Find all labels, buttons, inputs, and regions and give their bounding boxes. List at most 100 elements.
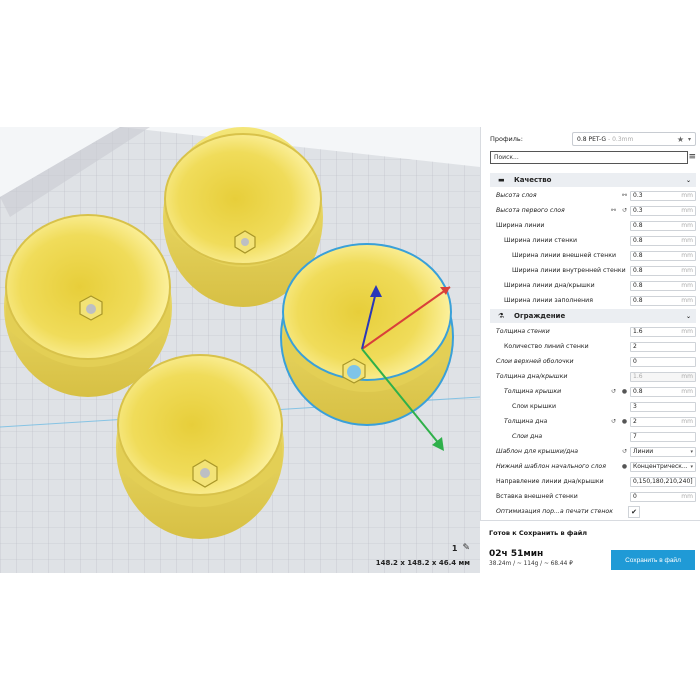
profile-label: Профиль: [490, 135, 523, 143]
category-shell-title: Ограждение [514, 312, 566, 320]
setting-row: Ширина линии дна/крышки 0.8 mm [490, 278, 696, 293]
setting-row: Оптимизация пор...а печати стенок ✔ [490, 504, 696, 519]
link-icon[interactable]: ⚯ [619, 192, 630, 199]
setting-input[interactable]: 0 mm [630, 491, 696, 502]
chevron-down-icon: ⌄ [685, 176, 691, 184]
setting-input[interactable]: 7 [630, 431, 696, 442]
bowl-model[interactable] [4, 214, 172, 397]
setting-select[interactable]: Линии ▾ [630, 446, 696, 457]
setting-input[interactable]: 0.3 mm [630, 190, 696, 201]
setting-row: Нижний шаблон начального слоя ● Концентр… [490, 459, 696, 474]
setting-input[interactable]: 0.8 mm [630, 250, 696, 261]
pencil-icon[interactable]: ✎ [462, 543, 470, 553]
setting-row: Вставка внешней стенки 0 mm [490, 489, 696, 504]
setting-row: Высота первого слоя ⚯ ↺ 0.3 mm [490, 203, 696, 218]
setting-row: Слои дна 7 [490, 429, 696, 444]
setting-name: Ширина линии дна/крышки [504, 282, 595, 289]
setting-input[interactable]: 1.6 mm [630, 326, 696, 337]
setting-name: Слои верхней оболочки [496, 358, 574, 365]
setting-name: Слои дна [512, 433, 543, 440]
setting-name: Ширина линии [496, 222, 545, 229]
setting-input[interactable]: 0.8 mm [630, 220, 696, 231]
setting-row: Слои крышки 3 [490, 399, 696, 414]
bowl-model[interactable] [116, 354, 284, 539]
setting-input[interactable]: 0.3 mm [630, 205, 696, 216]
setting-input[interactable]: 2 [630, 341, 696, 352]
setting-row: Ширина линии стенки 0.8 mm [490, 233, 696, 248]
setting-name: Высота слоя [496, 192, 537, 199]
setting-name: Вставка внешней стенки [496, 493, 578, 500]
profile-select[interactable]: 0.8 PET-G - 0.3mm ★ ▾ [572, 132, 696, 146]
setting-name: Толщина крышки [504, 388, 562, 395]
model-info: 1 ✎ 148.2 x 148.2 x 46.4 мм [376, 543, 470, 567]
setting-input[interactable]: 0 [630, 356, 696, 367]
menu-icon[interactable]: ≡ [688, 153, 696, 162]
print-status: Готов к Сохранить в файл 02ч 51мин 38.24… [480, 520, 700, 574]
print-settings-panel: Профиль: 0.8 PET-G - 0.3mm ★ ▾ Поиск... … [480, 127, 700, 573]
info-icon: ● [621, 388, 628, 395]
setting-checkbox[interactable]: ✔ [628, 505, 640, 518]
settings-list[interactable]: ▬ Качество ⌄ Высота слоя ⚯ 0.3 mm Высота … [490, 172, 696, 519]
setting-name: Слои крышки [512, 403, 557, 410]
model-dimensions: 148.2 x 148.2 x 46.4 мм [375, 559, 470, 567]
profile-value: 0.8 PET-G [577, 135, 607, 143]
setting-row: Толщина дна ↺ ● 2 mm [490, 414, 696, 429]
chevron-down-icon: ⌄ [685, 312, 691, 320]
bowl-model-selected[interactable] [280, 243, 454, 426]
setting-input[interactable]: 0,150,180,210,240] [630, 476, 696, 487]
profile-muted: - 0.3mm [608, 135, 634, 143]
setting-input[interactable]: 0.8 mm [630, 265, 696, 276]
setting-name: Нижний шаблон начального слоя [496, 463, 606, 470]
setting-row: Слои верхней оболочки 0 [490, 354, 696, 369]
setting-select[interactable]: Концентрическ... ▾ [630, 461, 696, 472]
setting-input[interactable]: 2 mm [630, 416, 696, 427]
profile-row: Профиль: 0.8 PET-G - 0.3mm ★ ▾ [490, 132, 696, 146]
setting-name: Ширина линии стенки [504, 237, 578, 244]
setting-row: Толщина дна/крышки 1.6 mm [490, 369, 696, 384]
setting-input[interactable]: 1.6 mm [630, 371, 696, 382]
setting-input[interactable]: 0.8 mm [630, 386, 696, 397]
setting-row: Высота слоя ⚯ 0.3 mm [490, 188, 696, 203]
info-icon: ● [621, 463, 628, 470]
setting-input[interactable]: 3 [630, 401, 696, 412]
setting-row: Количество линий стенки 2 [490, 339, 696, 354]
setting-row: Направление линии дна/крышки 0,150,180,2… [490, 474, 696, 489]
save-to-file-button[interactable]: Сохранить в файл [611, 550, 695, 570]
setting-name: Высота первого слоя [496, 207, 565, 214]
setting-row: Ширина линии внешней стенки 0.8 mm [490, 248, 696, 263]
setting-name: Оптимизация пор...а печати стенок [496, 508, 613, 515]
category-quality-title: Качество [514, 176, 552, 184]
print-time: 02ч 51мин [489, 549, 544, 559]
reset-icon[interactable]: ↺ [608, 388, 619, 395]
setting-input[interactable]: 0.8 mm [630, 280, 696, 291]
reset-icon[interactable]: ↺ [619, 448, 630, 455]
star-icon[interactable]: ★ [677, 135, 684, 144]
3d-viewport[interactable]: 1 ✎ 148.2 x 148.2 x 46.4 мм [0, 127, 480, 573]
chevron-down-icon: ▾ [690, 463, 693, 470]
setting-name: Толщина стенки [496, 328, 550, 335]
chevron-down-icon: ▾ [687, 135, 691, 143]
object-count: 1 ✎ [452, 543, 470, 553]
build-plate-scene[interactable] [0, 127, 480, 573]
chevron-down-icon: ▾ [690, 448, 693, 455]
category-quality[interactable]: ▬ Качество ⌄ [490, 173, 696, 187]
setting-row: Толщина крышки ↺ ● 0.8 mm [490, 384, 696, 399]
setting-name: Ширина линии заполнения [504, 297, 593, 304]
setting-name: Толщина дна/крышки [496, 373, 568, 380]
link-icon[interactable]: ⚯ [608, 207, 619, 214]
setting-row: Шаблон для крышки/дна ↺ Линии ▾ [490, 444, 696, 459]
setting-input[interactable]: 0.8 mm [630, 235, 696, 246]
category-shell[interactable]: ⚗ Ограждение ⌄ [490, 309, 696, 323]
setting-name: Ширина линии внешней стенки [512, 252, 617, 259]
setting-name: Количество линий стенки [504, 343, 589, 350]
setting-input[interactable]: 0.8 mm [630, 295, 696, 306]
search-row: Поиск... ≡ [490, 151, 696, 164]
reset-icon[interactable]: ↺ [608, 418, 619, 425]
reset-icon[interactable]: ↺ [619, 207, 630, 214]
setting-row: Ширина линии 0.8 mm [490, 218, 696, 233]
setting-name: Шаблон для крышки/дна [496, 448, 579, 455]
quality-icon: ▬ [498, 176, 505, 184]
shell-icon: ⚗ [498, 312, 505, 320]
search-input[interactable]: Поиск... [490, 151, 689, 164]
info-icon: ● [621, 418, 628, 425]
